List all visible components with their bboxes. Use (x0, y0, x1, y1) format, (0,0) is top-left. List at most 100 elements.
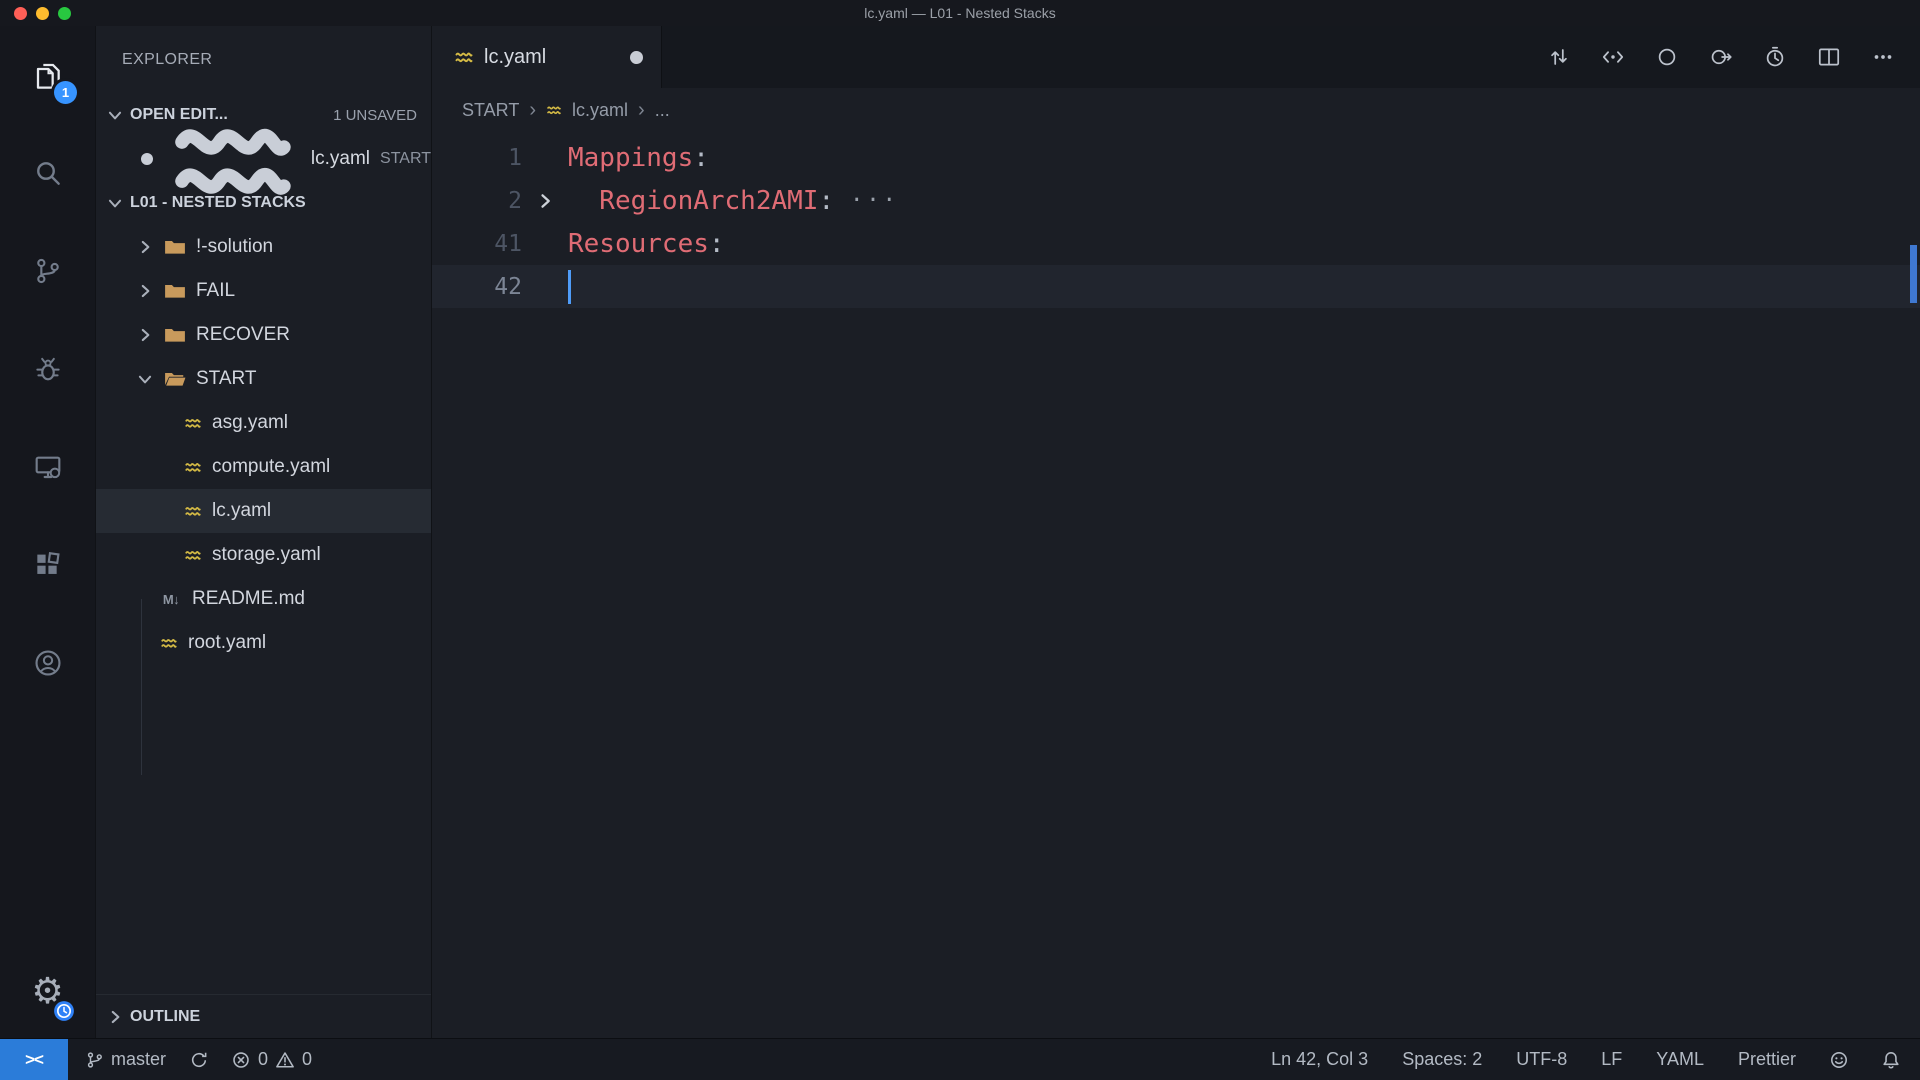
line-number: 1 (432, 145, 522, 171)
extensions-icon (32, 549, 64, 581)
markdown-icon: M↓ (160, 592, 182, 607)
tree-file-compute[interactable]: compute.yaml (96, 445, 431, 489)
fold-toggle[interactable] (522, 191, 568, 211)
status-left: master 0 0 (86, 1049, 312, 1070)
chevron-right-icon (136, 238, 154, 256)
encoding-item[interactable]: UTF-8 (1516, 1049, 1567, 1070)
code-editor[interactable]: 1 Mappings: 2 RegionArch2AMI: ··· 41 Reso… (432, 132, 1920, 1038)
code-line-41[interactable]: 41 Resources: (432, 222, 1920, 265)
source-control-activity-button[interactable] (0, 222, 95, 320)
close-window-button[interactable] (14, 7, 27, 20)
warning-count: 0 (302, 1049, 312, 1070)
minimize-window-button[interactable] (36, 7, 49, 20)
extensions-activity-button[interactable] (0, 516, 95, 614)
outline-section-header[interactable]: OUTLINE (96, 994, 431, 1038)
yaml-icon (184, 546, 202, 564)
circle-arrow-icon[interactable] (1708, 44, 1734, 70)
folded-region-badge[interactable]: ··· (850, 188, 899, 213)
folder-name: !-solution (196, 236, 273, 258)
folder-name: FAIL (196, 280, 235, 302)
colon-token: : (818, 186, 834, 216)
problems-item[interactable]: 0 0 (232, 1049, 312, 1070)
folder-open-icon (164, 370, 186, 388)
more-actions-icon[interactable] (1870, 44, 1896, 70)
maximize-window-button[interactable] (58, 7, 71, 20)
tree-file-readme[interactable]: M↓ README.md (96, 577, 431, 621)
open-editor-item[interactable]: lc.yaml START (96, 137, 431, 181)
search-activity-button[interactable] (0, 124, 95, 222)
accounts-activity-button[interactable] (0, 614, 95, 712)
tree-folder-start[interactable]: START (96, 357, 431, 401)
code-line-2-folded[interactable]: 2 RegionArch2AMI: ··· (432, 179, 1920, 222)
run-debug-activity-button[interactable] (0, 320, 95, 418)
bell-icon (1882, 1051, 1900, 1069)
tree-file-asg[interactable]: asg.yaml (96, 401, 431, 445)
tree-file-root-yaml[interactable]: root.yaml (96, 621, 431, 665)
indentation-item[interactable]: Spaces: 2 (1402, 1049, 1482, 1070)
remote-explorer-activity-button[interactable] (0, 418, 95, 516)
open-changes-icon[interactable] (1600, 44, 1626, 70)
search-icon (32, 157, 64, 189)
breadcrumb-symbol-ellipsis[interactable]: ... (655, 100, 670, 121)
smiley-icon (1830, 1051, 1848, 1069)
file-name: storage.yaml (212, 544, 321, 566)
modified-dot-icon[interactable] (141, 153, 153, 165)
eol-item[interactable]: LF (1601, 1049, 1622, 1070)
chevron-down-icon (136, 370, 154, 388)
tree-folder-solution[interactable]: !-solution (96, 225, 431, 269)
error-icon (232, 1051, 250, 1069)
scrollbar-cursor-marker[interactable] (1910, 245, 1917, 303)
code-line-1[interactable]: 1 Mappings: (432, 136, 1920, 179)
update-clock-badge (53, 1000, 75, 1022)
chevron-down-icon (106, 106, 124, 124)
breadcrumb-folder[interactable]: START (462, 100, 519, 121)
tree-file-lc-selected[interactable]: lc.yaml (96, 489, 431, 533)
line-number: 41 (432, 231, 522, 257)
tree-folder-fail[interactable]: FAIL (96, 269, 431, 313)
source-control-icon (32, 255, 64, 287)
sync-icon (190, 1051, 208, 1069)
tab-lc-yaml[interactable]: lc.yaml (432, 26, 662, 88)
language-mode-item[interactable]: YAML (1656, 1049, 1704, 1070)
file-name: root.yaml (188, 632, 266, 654)
file-name: lc.yaml (212, 500, 271, 522)
git-branch-item[interactable]: master (86, 1049, 166, 1070)
error-count: 0 (258, 1049, 268, 1070)
text-cursor (568, 270, 571, 304)
cursor-position-item[interactable]: Ln 42, Col 3 (1271, 1049, 1368, 1070)
sync-changes-button[interactable] (190, 1051, 208, 1069)
notifications-button[interactable] (1882, 1051, 1900, 1069)
explorer-activity-button[interactable]: 1 (0, 26, 95, 124)
explorer-sidebar: EXPLORER OPEN EDIT... 1 UNSAVED lc.yaml … (96, 26, 432, 1038)
yaml-icon (454, 47, 474, 67)
feedback-button[interactable] (1830, 1051, 1848, 1069)
split-editor-icon[interactable] (1816, 44, 1842, 70)
remote-indicator[interactable]: >< (0, 1039, 68, 1080)
compare-changes-icon[interactable] (1546, 44, 1572, 70)
tree-file-storage[interactable]: storage.yaml (96, 533, 431, 577)
status-bar: >< master 0 0 Ln 42, Col 3 Spaces: 2 UTF… (0, 1038, 1920, 1080)
formatter-item[interactable]: Prettier (1738, 1049, 1796, 1070)
timer-icon[interactable] (1762, 44, 1788, 70)
file-name: asg.yaml (212, 412, 288, 434)
yaml-icon (160, 634, 178, 652)
bug-icon (32, 353, 64, 385)
circle-outline-icon[interactable] (1654, 44, 1680, 70)
folder-name: START (196, 368, 257, 390)
unsaved-badge: 1 UNSAVED (333, 107, 417, 124)
breadcrumb-file[interactable]: lc.yaml (572, 100, 628, 121)
manage-button[interactable]: ⚙ (0, 946, 95, 1038)
status-right: Ln 42, Col 3 Spaces: 2 UTF-8 LF YAML Pre… (1271, 1049, 1900, 1070)
tree-folder-recover[interactable]: RECOVER (96, 313, 431, 357)
folder-icon (164, 326, 186, 344)
code-line-42-current[interactable]: 42 (432, 265, 1920, 308)
line-number: 2 (432, 188, 522, 214)
tab-modified-dot-icon[interactable] (630, 51, 643, 64)
editor-group: lc.yaml START › lc.yaml › (432, 26, 1920, 1038)
yaml-icon (184, 414, 202, 432)
branch-name: master (111, 1049, 166, 1070)
yaml-key-token: RegionArch2AMI (599, 186, 818, 216)
explorer-badge: 1 (54, 81, 77, 104)
activity-bar: 1 ⚙ (0, 26, 96, 1038)
tab-bar: lc.yaml (432, 26, 1920, 88)
